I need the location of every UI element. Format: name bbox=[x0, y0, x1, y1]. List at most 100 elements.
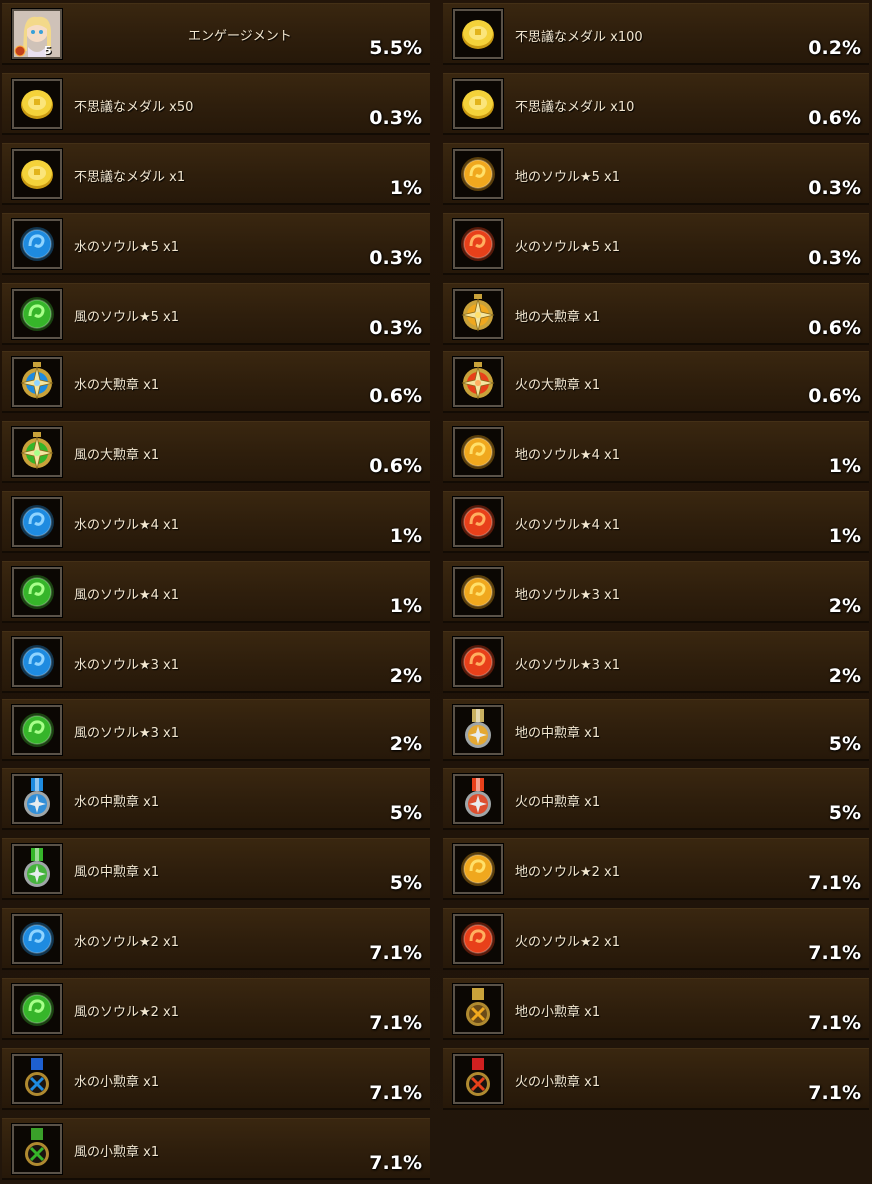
drop-rate-value: 0.3% bbox=[808, 177, 861, 199]
gold-medal-coin-icon bbox=[12, 79, 62, 129]
item-label: 地の小勲章 x1 bbox=[515, 1005, 601, 1020]
item-label: 火の大勲章 x1 bbox=[515, 378, 601, 393]
drop-rate-value: 1% bbox=[828, 525, 861, 547]
list-item: 風の小勲章 x1 7.1% bbox=[2, 1118, 430, 1180]
water-soul-icon bbox=[12, 219, 62, 269]
drop-rate-value: 0.3% bbox=[369, 107, 422, 129]
item-label: 地の中勲章 x1 bbox=[515, 726, 601, 741]
list-item: 火のソウル★5 x1 0.3% bbox=[443, 213, 869, 275]
earth-soul-icon bbox=[453, 149, 503, 199]
item-label: 地のソウル★2 x1 bbox=[515, 865, 621, 880]
item-label: 地の大勲章 x1 bbox=[515, 310, 601, 325]
list-item: 火の中勲章 x1 5% bbox=[443, 768, 869, 830]
gold-medal-coin-icon bbox=[453, 9, 503, 59]
wind-soul-icon bbox=[12, 705, 62, 755]
drop-rate-value: 7.1% bbox=[808, 1012, 861, 1034]
list-item: 火の小勲章 x1 7.1% bbox=[443, 1048, 869, 1110]
gold-medal-coin-icon bbox=[453, 79, 503, 129]
drop-rate-value: 5% bbox=[828, 733, 861, 755]
list-item: 火のソウル★2 x1 7.1% bbox=[443, 908, 869, 970]
wind-soul-icon bbox=[12, 289, 62, 339]
fire-soul-icon bbox=[453, 914, 503, 964]
drop-rate-value: 0.6% bbox=[369, 385, 422, 407]
drop-rate-value: 1% bbox=[389, 177, 422, 199]
drop-rate-value: 5% bbox=[828, 802, 861, 824]
item-label: 風の大勲章 x1 bbox=[74, 448, 160, 463]
list-item: 風の中勲章 x1 5% bbox=[2, 838, 430, 900]
item-label: 火のソウル★3 x1 bbox=[515, 658, 621, 673]
water-grand-medal-icon bbox=[12, 357, 62, 407]
character-portrait-icon: 5 bbox=[12, 9, 62, 59]
water-soul-icon bbox=[12, 497, 62, 547]
drop-rate-value: 7.1% bbox=[369, 1082, 422, 1104]
item-label: 水の大勲章 x1 bbox=[74, 378, 160, 393]
item-label: 不思議なメダル x100 bbox=[515, 30, 643, 45]
list-item: 風のソウル★5 x1 0.3% bbox=[2, 283, 430, 345]
list-item: 地のソウル★2 x1 7.1% bbox=[443, 838, 869, 900]
list-item: 地の中勲章 x1 5% bbox=[443, 699, 869, 761]
item-label: 地のソウル★4 x1 bbox=[515, 448, 621, 463]
drop-rate-value: 5% bbox=[389, 872, 422, 894]
earth-soul-icon bbox=[453, 844, 503, 894]
drop-rate-value: 5% bbox=[389, 802, 422, 824]
wind-small-medal-icon bbox=[12, 1124, 62, 1174]
list-item: 不思議なメダル x10 0.6% bbox=[443, 73, 869, 135]
list-item: 風のソウル★3 x1 2% bbox=[2, 699, 430, 761]
drop-rate-value: 0.3% bbox=[369, 317, 422, 339]
drop-rate-value: 7.1% bbox=[808, 872, 861, 894]
list-item: 地の大勲章 x1 0.6% bbox=[443, 283, 869, 345]
drop-rate-value: 0.6% bbox=[808, 107, 861, 129]
drop-rate-value: 2% bbox=[828, 595, 861, 617]
list-item: 地のソウル★3 x1 2% bbox=[443, 561, 869, 623]
drop-rate-value: 5.5% bbox=[369, 37, 422, 59]
list-item: 火のソウル★3 x1 2% bbox=[443, 631, 869, 693]
item-label: 火の小勲章 x1 bbox=[515, 1075, 601, 1090]
water-mid-medal-icon bbox=[12, 774, 62, 824]
water-soul-icon bbox=[12, 637, 62, 687]
drop-rate-value: 7.1% bbox=[369, 942, 422, 964]
list-item: 水の中勲章 x1 5% bbox=[2, 768, 430, 830]
item-label: 不思議なメダル x1 bbox=[74, 170, 186, 185]
wind-mid-medal-icon bbox=[12, 844, 62, 894]
item-label: 不思議なメダル x50 bbox=[74, 100, 194, 115]
list-item: 地のソウル★5 x1 0.3% bbox=[443, 143, 869, 205]
drop-rate-value: 1% bbox=[389, 525, 422, 547]
list-item: 地の小勲章 x1 7.1% bbox=[443, 978, 869, 1040]
fire-mid-medal-icon bbox=[453, 774, 503, 824]
earth-soul-icon bbox=[453, 567, 503, 617]
item-label: 風のソウル★4 x1 bbox=[74, 588, 180, 603]
earth-soul-icon bbox=[453, 427, 503, 477]
list-item: 水のソウル★5 x1 0.3% bbox=[2, 213, 430, 275]
drop-rate-value: 7.1% bbox=[369, 1012, 422, 1034]
drop-rate-value: 2% bbox=[389, 665, 422, 687]
list-item: 不思議なメダル x100 0.2% bbox=[443, 3, 869, 65]
list-item: 風のソウル★2 x1 7.1% bbox=[2, 978, 430, 1040]
list-item: 不思議なメダル x50 0.3% bbox=[2, 73, 430, 135]
list-item: 水のソウル★2 x1 7.1% bbox=[2, 908, 430, 970]
fire-soul-icon bbox=[453, 219, 503, 269]
list-item: 火の大勲章 x1 0.6% bbox=[443, 351, 869, 413]
list-item: 水のソウル★3 x1 2% bbox=[2, 631, 430, 693]
drop-rate-value: 7.1% bbox=[369, 1152, 422, 1174]
list-item: 5 エンゲージメント 5.5% bbox=[2, 3, 430, 65]
item-label: 火の中勲章 x1 bbox=[515, 795, 601, 810]
earth-mid-medal-icon bbox=[453, 705, 503, 755]
earth-grand-medal-icon bbox=[453, 289, 503, 339]
fire-small-medal-icon bbox=[453, 1054, 503, 1104]
gold-medal-coin-icon bbox=[12, 149, 62, 199]
item-label: 風の小勲章 x1 bbox=[74, 1145, 160, 1160]
item-label: 水の中勲章 x1 bbox=[74, 795, 160, 810]
drop-rate-value: 2% bbox=[828, 665, 861, 687]
list-item: 火のソウル★4 x1 1% bbox=[443, 491, 869, 553]
drop-rate-value: 1% bbox=[389, 595, 422, 617]
item-label: 火のソウル★2 x1 bbox=[515, 935, 621, 950]
list-item: 水のソウル★4 x1 1% bbox=[2, 491, 430, 553]
drop-rate-value: 0.2% bbox=[808, 37, 861, 59]
list-item: 水の大勲章 x1 0.6% bbox=[2, 351, 430, 413]
drop-rate-value: 0.6% bbox=[808, 317, 861, 339]
drop-rate-value: 0.6% bbox=[808, 385, 861, 407]
drop-rate-value: 7.1% bbox=[808, 942, 861, 964]
item-label: 風のソウル★3 x1 bbox=[74, 726, 180, 741]
drop-rate-value: 0.3% bbox=[808, 247, 861, 269]
drop-rate-value: 0.6% bbox=[369, 455, 422, 477]
